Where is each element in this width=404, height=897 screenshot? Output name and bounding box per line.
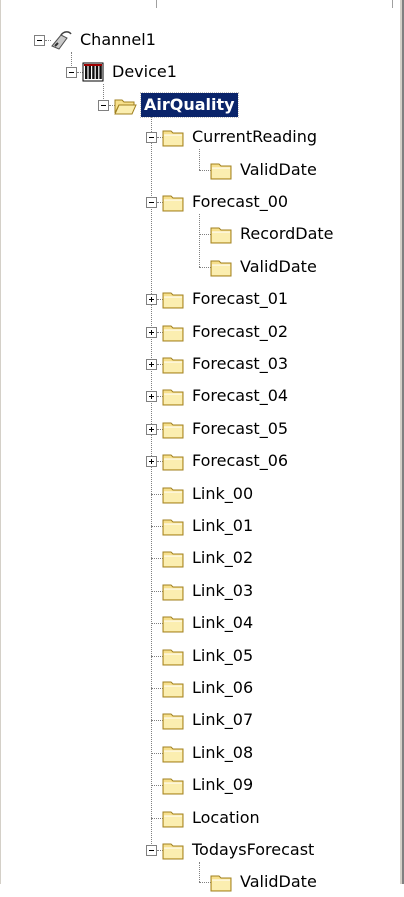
open-folder-icon bbox=[113, 94, 137, 116]
collapse-toggle-icon[interactable] bbox=[98, 99, 109, 111]
folder-icon bbox=[209, 256, 233, 278]
tree-node-link-02[interactable]: Link_02 bbox=[189, 546, 256, 570]
tree-node-forecast-02[interactable]: Forecast_02 bbox=[189, 320, 291, 344]
folder-icon bbox=[161, 547, 185, 569]
folder-icon bbox=[161, 774, 185, 796]
tree-node-currentreading[interactable]: CurrentReading bbox=[189, 125, 320, 149]
folder-icon bbox=[161, 353, 185, 375]
expand-toggle-icon[interactable] bbox=[146, 391, 157, 403]
tree-node-validdate[interactable]: ValidDate bbox=[237, 158, 320, 182]
tree-node-validdate[interactable]: ValidDate bbox=[237, 870, 320, 894]
expand-toggle-icon[interactable] bbox=[146, 326, 157, 338]
folder-icon bbox=[161, 321, 185, 343]
tag-tree-view[interactable]: Channel1 Device1 AirQuality CurrentReading V… bbox=[0, 0, 400, 892]
pane-border bbox=[0, 0, 1, 884]
tree-node-forecast-06[interactable]: Forecast_06 bbox=[189, 449, 291, 473]
expand-toggle-icon[interactable] bbox=[146, 359, 157, 370]
tree-node-airquality[interactable]: AirQuality bbox=[140, 91, 239, 118]
tree-node-link-01[interactable]: Link_01 bbox=[189, 514, 256, 538]
expand-toggle-icon[interactable] bbox=[146, 294, 157, 306]
tree-node-location[interactable]: Location bbox=[189, 806, 263, 830]
tree-node-validdate[interactable]: ValidDate bbox=[237, 255, 320, 279]
folder-icon bbox=[161, 709, 185, 731]
collapse-toggle-icon[interactable] bbox=[146, 132, 157, 144]
folder-icon bbox=[161, 515, 185, 537]
tree-node-link-07[interactable]: Link_07 bbox=[189, 708, 256, 732]
expand-toggle-icon[interactable] bbox=[146, 423, 157, 435]
tree-node-forecast-05[interactable]: Forecast_05 bbox=[189, 417, 291, 441]
tree-node-link-06[interactable]: Link_06 bbox=[189, 676, 256, 700]
device-icon bbox=[81, 61, 105, 83]
tree-node-link-09[interactable]: Link_09 bbox=[189, 773, 256, 797]
folder-icon bbox=[161, 483, 185, 505]
tree-node-forecast-04[interactable]: Forecast_04 bbox=[189, 384, 291, 408]
folder-icon bbox=[161, 288, 185, 310]
tree-node-link-05[interactable]: Link_05 bbox=[189, 644, 256, 668]
tree-node-todaysforecast[interactable]: TodaysForecast bbox=[189, 838, 317, 862]
tree-node-forecast-03[interactable]: Forecast_03 bbox=[189, 352, 291, 376]
tree-node-link-08[interactable]: Link_08 bbox=[189, 741, 256, 765]
collapse-toggle-icon[interactable] bbox=[146, 197, 157, 208]
expand-toggle-icon[interactable] bbox=[146, 456, 157, 468]
collapse-toggle-icon[interactable] bbox=[66, 67, 77, 79]
tree-connector-line bbox=[199, 214, 200, 267]
folder-icon bbox=[161, 126, 185, 148]
folder-icon bbox=[161, 450, 185, 472]
tree-node-channel1[interactable]: Channel1 bbox=[77, 28, 159, 52]
tree-node-recorddate[interactable]: RecordDate bbox=[237, 222, 337, 246]
folder-icon bbox=[161, 839, 185, 861]
folder-icon bbox=[209, 871, 233, 893]
tree-node-link-04[interactable]: Link_04 bbox=[189, 611, 256, 635]
tree-node-link-03[interactable]: Link_03 bbox=[189, 579, 256, 603]
tree-connector-line bbox=[199, 862, 200, 883]
folder-icon bbox=[209, 159, 233, 181]
folder-icon bbox=[161, 677, 185, 699]
folder-icon bbox=[161, 385, 185, 407]
collapse-toggle-icon[interactable] bbox=[146, 845, 157, 856]
folder-icon bbox=[161, 418, 185, 440]
folder-icon bbox=[161, 807, 185, 829]
collapse-toggle-icon[interactable] bbox=[34, 35, 45, 46]
tree-connector-line bbox=[199, 149, 200, 170]
tree-connector-line bbox=[151, 116, 152, 850]
folder-icon bbox=[161, 742, 185, 764]
folder-icon bbox=[161, 645, 185, 667]
folder-icon bbox=[161, 191, 185, 213]
folder-icon bbox=[161, 612, 185, 634]
tree-node-link-00[interactable]: Link_00 bbox=[189, 482, 256, 506]
channel-icon bbox=[49, 29, 73, 51]
tree-node-forecast-01[interactable]: Forecast_01 bbox=[189, 287, 291, 311]
tree-node-device1[interactable]: Device1 bbox=[109, 60, 180, 84]
folder-icon bbox=[161, 580, 185, 602]
folder-icon bbox=[209, 223, 233, 245]
tree-node-forecast-00[interactable]: Forecast_00 bbox=[189, 190, 291, 214]
